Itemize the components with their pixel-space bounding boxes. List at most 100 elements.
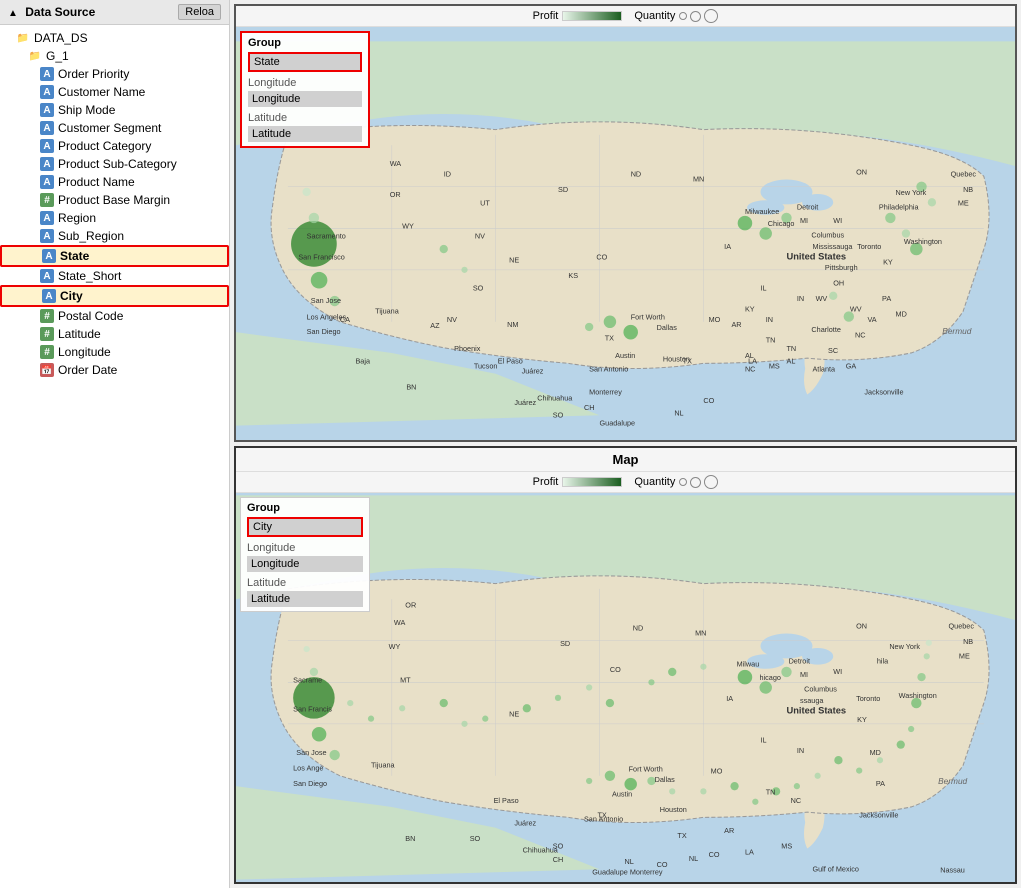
svg-text:Jacksonville: Jacksonville	[864, 387, 903, 396]
quantity-circles2	[679, 475, 718, 489]
sidebar-header: ▲ Data Source Reloa	[0, 0, 229, 25]
hash-icon: #	[40, 327, 54, 341]
collapse-icon[interactable]: ▲	[8, 8, 18, 19]
longitude-label2: Longitude	[247, 542, 363, 554]
quantity-legend2: Quantity	[634, 475, 718, 489]
map-panel-1: Profit Quantity Group State Longitude Lo…	[234, 4, 1017, 442]
group-item[interactable]: 📁 G_1	[0, 47, 229, 65]
svg-text:KY: KY	[745, 304, 755, 313]
quantity-label2: Quantity	[634, 476, 675, 488]
svg-text:SC: SC	[828, 346, 838, 355]
svg-text:Fort Worth: Fort Worth	[629, 765, 663, 774]
svg-text:El Paso: El Paso	[498, 356, 523, 365]
field-ship-mode[interactable]: A Ship Mode	[0, 101, 229, 119]
map2-body: Group City Longitude Longitude Latitude …	[236, 493, 1015, 882]
group-label2: Group	[247, 502, 363, 514]
svg-text:SO: SO	[470, 834, 481, 843]
a-icon: A	[40, 103, 54, 117]
svg-text:MI: MI	[800, 216, 808, 225]
field-label: Postal Code	[58, 309, 123, 323]
a-icon: A	[40, 139, 54, 153]
latitude-label2: Latitude	[247, 577, 363, 589]
svg-text:Guadalupe: Guadalupe	[600, 419, 636, 428]
svg-text:Philadelphia: Philadelphia	[879, 203, 920, 212]
field-product-base-margin[interactable]: # Product Base Margin	[0, 191, 229, 209]
svg-text:NL: NL	[624, 857, 633, 866]
field-state[interactable]: A State	[0, 245, 229, 267]
svg-text:SD: SD	[560, 639, 570, 648]
svg-text:NM: NM	[507, 320, 518, 329]
svg-text:Washington: Washington	[899, 691, 937, 700]
profit-label2: Profit	[533, 476, 559, 488]
reload-button[interactable]: Reloa	[178, 4, 221, 20]
group-value: State	[248, 52, 362, 72]
field-city[interactable]: A City	[0, 285, 229, 307]
field-region[interactable]: A Region	[0, 209, 229, 227]
svg-text:NC: NC	[855, 330, 866, 339]
dot-portland	[309, 213, 319, 223]
sidebar-title: Data Source	[25, 5, 95, 19]
sidebar: ▲ Data Source Reloa 📁 DATA_DS 📁 G_1 A Or…	[0, 0, 230, 888]
field-customer-segment[interactable]: A Customer Segment	[0, 119, 229, 137]
svg-text:WI: WI	[833, 216, 842, 225]
a-icon: A	[42, 289, 56, 303]
svg-text:MO: MO	[711, 767, 723, 776]
svg-text:Tijuana: Tijuana	[375, 306, 400, 315]
svg-text:Quebec: Quebec	[949, 621, 975, 630]
field-latitude[interactable]: # Latitude	[0, 325, 229, 343]
field-product-category[interactable]: A Product Category	[0, 137, 229, 155]
svg-text:WI: WI	[833, 667, 842, 676]
svg-text:Tijuana: Tijuana	[371, 760, 396, 769]
svg-text:TX: TX	[683, 356, 692, 365]
svg-text:San Antonio: San Antonio	[589, 365, 628, 374]
svg-text:NC: NC	[745, 365, 755, 374]
svg-text:ME: ME	[958, 198, 969, 207]
svg-text:Toronto: Toronto	[857, 242, 881, 251]
svg-text:MD: MD	[896, 310, 907, 319]
svg-text:Phoenix: Phoenix	[454, 344, 481, 353]
svg-text:Sacrame: Sacrame	[293, 675, 322, 684]
svg-text:MD: MD	[870, 748, 881, 757]
svg-text:AL: AL	[786, 356, 795, 365]
field-customer-name[interactable]: A Customer Name	[0, 83, 229, 101]
field-product-sub-category[interactable]: A Product Sub-Category	[0, 155, 229, 173]
a-icon: A	[42, 249, 56, 263]
svg-text:Baja: Baja	[355, 356, 371, 365]
folder-icon: 📁	[16, 31, 30, 45]
field-order-priority[interactable]: A Order Priority	[0, 65, 229, 83]
datasource-item[interactable]: 📁 DATA_DS	[0, 29, 229, 47]
map-panel-2: Map Profit Quantity Group City L	[234, 446, 1017, 884]
group-label: Group	[248, 37, 362, 49]
a-icon: A	[40, 229, 54, 243]
svg-text:OH: OH	[833, 278, 844, 287]
field-longitude[interactable]: # Longitude	[0, 343, 229, 361]
date-icon: 📅	[40, 363, 54, 377]
field-label: Customer Name	[58, 85, 145, 99]
field-postal-code[interactable]: # Postal Code	[0, 307, 229, 325]
svg-text:Mississauga: Mississauga	[812, 242, 853, 251]
svg-text:TN: TN	[786, 344, 796, 353]
svg-text:ON: ON	[856, 167, 867, 176]
svg-text:BN: BN	[406, 382, 416, 391]
field-label: State_Short	[58, 269, 121, 283]
field-sub-region[interactable]: A Sub_Region	[0, 227, 229, 245]
svg-text:Detroit: Detroit	[789, 657, 810, 666]
svg-text:CH: CH	[553, 855, 564, 864]
svg-text:CA: CA	[340, 315, 350, 324]
svg-text:WA: WA	[394, 618, 406, 627]
svg-text:MS: MS	[781, 841, 792, 850]
circle-sm	[679, 12, 687, 20]
field-label: Customer Segment	[58, 121, 161, 135]
svg-text:WY: WY	[402, 221, 414, 230]
field-order-date[interactable]: 📅 Order Date	[0, 361, 229, 379]
svg-text:United States: United States	[786, 251, 846, 261]
circle-md	[690, 11, 701, 22]
folder-icon: 📁	[28, 49, 42, 63]
field-state-short[interactable]: A State_Short	[0, 267, 229, 285]
longitude-value: Longitude	[248, 91, 362, 107]
svg-text:Sacramento: Sacramento	[307, 232, 346, 241]
svg-text:Dallas: Dallas	[657, 323, 678, 332]
svg-text:SO: SO	[553, 410, 564, 419]
field-product-name[interactable]: A Product Name	[0, 173, 229, 191]
circle-md2	[690, 477, 701, 488]
